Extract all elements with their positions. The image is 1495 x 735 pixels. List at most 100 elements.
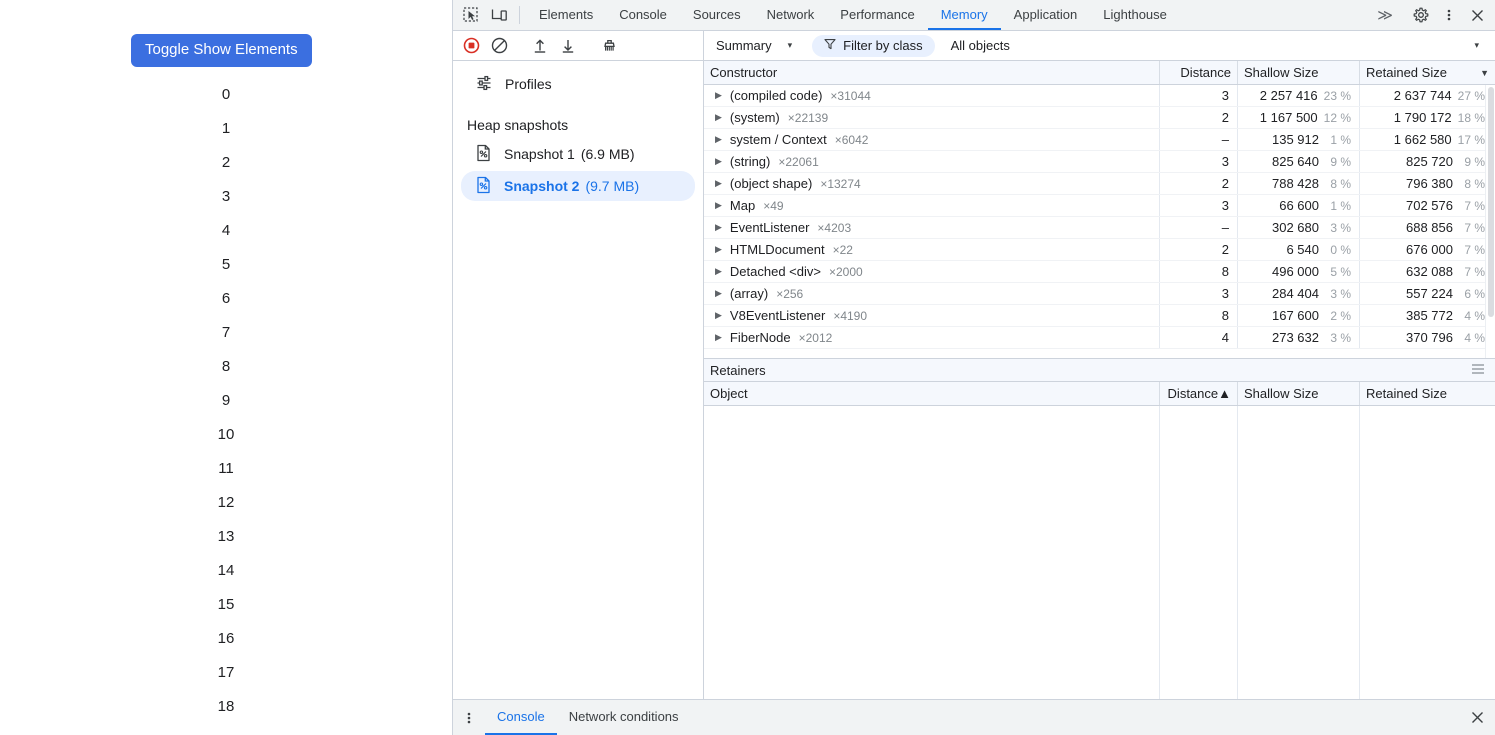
column-header-retainer-shallow-size[interactable]: Shallow Size xyxy=(1238,382,1360,405)
objects-select[interactable]: All objects xyxy=(951,38,1010,53)
cell-constructor[interactable]: ▶ (compiled code) ×31044 xyxy=(704,85,1160,106)
column-header-constructor[interactable]: Constructor xyxy=(704,61,1160,84)
expand-triangle-icon[interactable]: ▶ xyxy=(715,288,722,299)
cell-shallow-size: 825 640 9 % xyxy=(1238,151,1360,172)
expand-triangle-icon[interactable]: ▶ xyxy=(715,134,722,145)
retained-size-value: 385 772 xyxy=(1406,308,1453,323)
devtools-tabbar: Elements Console Sources Network Performance… xyxy=(453,0,1495,31)
column-header-retained-size[interactable]: Retained Size ▼ xyxy=(1360,61,1495,84)
drawer-tab-network-conditions[interactable]: Network conditions xyxy=(557,700,691,735)
close-icon[interactable] xyxy=(1463,0,1491,30)
cell-constructor[interactable]: ▶ (array) ×256 xyxy=(704,283,1160,304)
table-row[interactable]: ▶ V8EventListener ×4190 8 167 600 2 % 385 772 4… xyxy=(704,305,1495,327)
gear-icon[interactable] xyxy=(1407,0,1435,30)
chevron-down-icon: ▾ xyxy=(787,40,793,50)
tab-sources[interactable]: Sources xyxy=(680,0,754,30)
device-toolbar-icon[interactable] xyxy=(485,0,513,30)
number-item: 19 xyxy=(0,724,452,735)
cell-constructor[interactable]: ▶ (object shape) ×13274 xyxy=(704,173,1160,194)
cell-distance: 2 xyxy=(1160,107,1238,128)
cell-constructor[interactable]: ▶ FiberNode ×2012 xyxy=(704,327,1160,348)
shallow-size-value: 496 000 xyxy=(1272,264,1319,279)
toolbar-chevron-down-icon[interactable]: ▾ xyxy=(1474,40,1495,51)
constructor-grid: Constructor Distance Shallow Size Retain… xyxy=(704,61,1495,358)
table-row[interactable]: ▶ system / Context ×6042 – 135 912 1 % 1 662 5… xyxy=(704,129,1495,151)
expand-triangle-icon[interactable]: ▶ xyxy=(715,156,722,167)
expand-triangle-icon[interactable]: ▶ xyxy=(715,266,722,277)
collect-garbage-icon[interactable] xyxy=(595,31,623,61)
cell-constructor[interactable]: ▶ system / Context ×6042 xyxy=(704,129,1160,150)
table-row[interactable]: ▶ (compiled code) ×31044 3 2 257 416 23 % 2 63… xyxy=(704,85,1495,107)
table-row[interactable]: ▶ FiberNode ×2012 4 273 632 3 % 370 796 4 % xyxy=(704,327,1495,349)
more-tabs-icon[interactable]: ≫ xyxy=(1367,0,1403,30)
column-header-object[interactable]: Object xyxy=(704,382,1160,405)
tab-memory[interactable]: Memory xyxy=(927,0,1001,30)
tab-lighthouse[interactable]: Lighthouse xyxy=(1090,0,1180,30)
expand-triangle-icon[interactable]: ▶ xyxy=(715,332,722,343)
filter-by-class-input[interactable]: Filter by class xyxy=(812,34,935,57)
table-row[interactable]: ▶ HTMLDocument ×22 2 6 540 0 % 676 000 7 % xyxy=(704,239,1495,261)
shallow-size-pct: 8 % xyxy=(1330,176,1351,191)
toggle-show-elements-button[interactable]: Toggle Show Elements xyxy=(131,34,312,67)
save-profile-icon[interactable] xyxy=(554,31,582,61)
constructor-count: ×22 xyxy=(832,242,853,257)
list-options-icon[interactable] xyxy=(1471,363,1485,378)
table-row[interactable]: ▶ (array) ×256 3 284 404 3 % 557 224 6 % xyxy=(704,283,1495,305)
shallow-size-pct: 12 % xyxy=(1323,110,1351,125)
number-item: 5 xyxy=(221,256,231,273)
column-header-retainer-distance[interactable]: Distance▲ xyxy=(1160,382,1238,405)
clear-profiles-icon[interactable] xyxy=(485,31,513,61)
table-row[interactable]: ▶ Map ×49 3 66 600 1 % 702 576 7 % xyxy=(704,195,1495,217)
constructor-name: EventListener xyxy=(729,220,810,235)
table-row[interactable]: ▶ EventListener ×4203 – 302 680 3 % 688 856 7 % xyxy=(704,217,1495,239)
constructor-grid-scrollbar[interactable] xyxy=(1485,85,1495,358)
inspect-element-icon[interactable] xyxy=(457,0,485,30)
view-select[interactable]: Summary ▾ xyxy=(712,38,796,53)
retainers-col-object xyxy=(704,406,1160,699)
scrollbar-thumb[interactable] xyxy=(1488,87,1494,317)
constructor-name: Detached <div> xyxy=(729,264,821,279)
expand-triangle-icon[interactable]: ▶ xyxy=(715,178,722,189)
cell-retained-size: 632 088 7 % xyxy=(1360,261,1495,282)
table-row[interactable]: ▶ (object shape) ×13274 2 788 428 8 % 796 380 8… xyxy=(704,173,1495,195)
drawer-tab-console[interactable]: Console xyxy=(485,700,557,735)
table-row[interactable]: ▶ (string) ×22061 3 825 640 9 % 825 720 9 % xyxy=(704,151,1495,173)
shallow-size-value: 66 600 xyxy=(1279,198,1319,213)
view-select-value: Summary xyxy=(716,38,772,53)
cell-constructor[interactable]: ▶ (system) ×22139 xyxy=(704,107,1160,128)
expand-triangle-icon[interactable]: ▶ xyxy=(715,112,722,123)
cell-constructor[interactable]: ▶ V8EventListener ×4190 xyxy=(704,305,1160,326)
tab-application[interactable]: Application xyxy=(1001,0,1091,30)
tab-console[interactable]: Console xyxy=(606,0,680,30)
close-drawer-icon[interactable] xyxy=(1459,700,1495,735)
constructor-count: ×6042 xyxy=(834,132,869,147)
shallow-size-value: 135 912 xyxy=(1272,132,1319,147)
load-profile-icon[interactable] xyxy=(526,31,554,61)
expand-triangle-icon[interactable]: ▶ xyxy=(715,200,722,211)
record-stop-icon[interactable] xyxy=(457,31,485,61)
table-row[interactable]: ▶ Detached <div> ×2000 8 496 000 5 % 632 088 7 … xyxy=(704,261,1495,283)
cell-constructor[interactable]: ▶ Detached <div> ×2000 xyxy=(704,261,1160,282)
tab-performance[interactable]: Performance xyxy=(827,0,927,30)
cell-constructor[interactable]: ▶ EventListener ×4203 xyxy=(704,217,1160,238)
retained-size-pct: 8 % xyxy=(1464,176,1485,191)
column-header-retainer-retained-size[interactable]: Retained Size xyxy=(1360,382,1495,405)
expand-triangle-icon[interactable]: ▶ xyxy=(715,90,722,101)
sidebar-item-snapshot-2[interactable]: Snapshot 2 (9.7 MB) xyxy=(461,171,695,201)
sidebar-item-snapshot-1[interactable]: Snapshot 1 (6.9 MB) xyxy=(461,139,695,169)
column-header-distance[interactable]: Distance xyxy=(1160,61,1238,84)
expand-triangle-icon[interactable]: ▶ xyxy=(715,244,722,255)
cell-constructor[interactable]: ▶ (string) ×22061 xyxy=(704,151,1160,172)
column-header-shallow-size[interactable]: Shallow Size xyxy=(1238,61,1360,84)
expand-triangle-icon[interactable]: ▶ xyxy=(715,222,722,233)
cell-constructor[interactable]: ▶ Map ×49 xyxy=(704,195,1160,216)
cell-shallow-size: 273 632 3 % xyxy=(1238,327,1360,348)
tab-elements[interactable]: Elements xyxy=(526,0,606,30)
tab-network[interactable]: Network xyxy=(754,0,828,30)
drawer-more-icon[interactable] xyxy=(453,700,485,735)
more-options-icon[interactable] xyxy=(1435,0,1463,30)
sidebar-item-profiles[interactable]: Profiles xyxy=(461,69,695,99)
table-row[interactable]: ▶ (system) ×22139 2 1 167 500 12 % 1 790 172 18… xyxy=(704,107,1495,129)
cell-constructor[interactable]: ▶ HTMLDocument ×22 xyxy=(704,239,1160,260)
expand-triangle-icon[interactable]: ▶ xyxy=(715,310,722,321)
